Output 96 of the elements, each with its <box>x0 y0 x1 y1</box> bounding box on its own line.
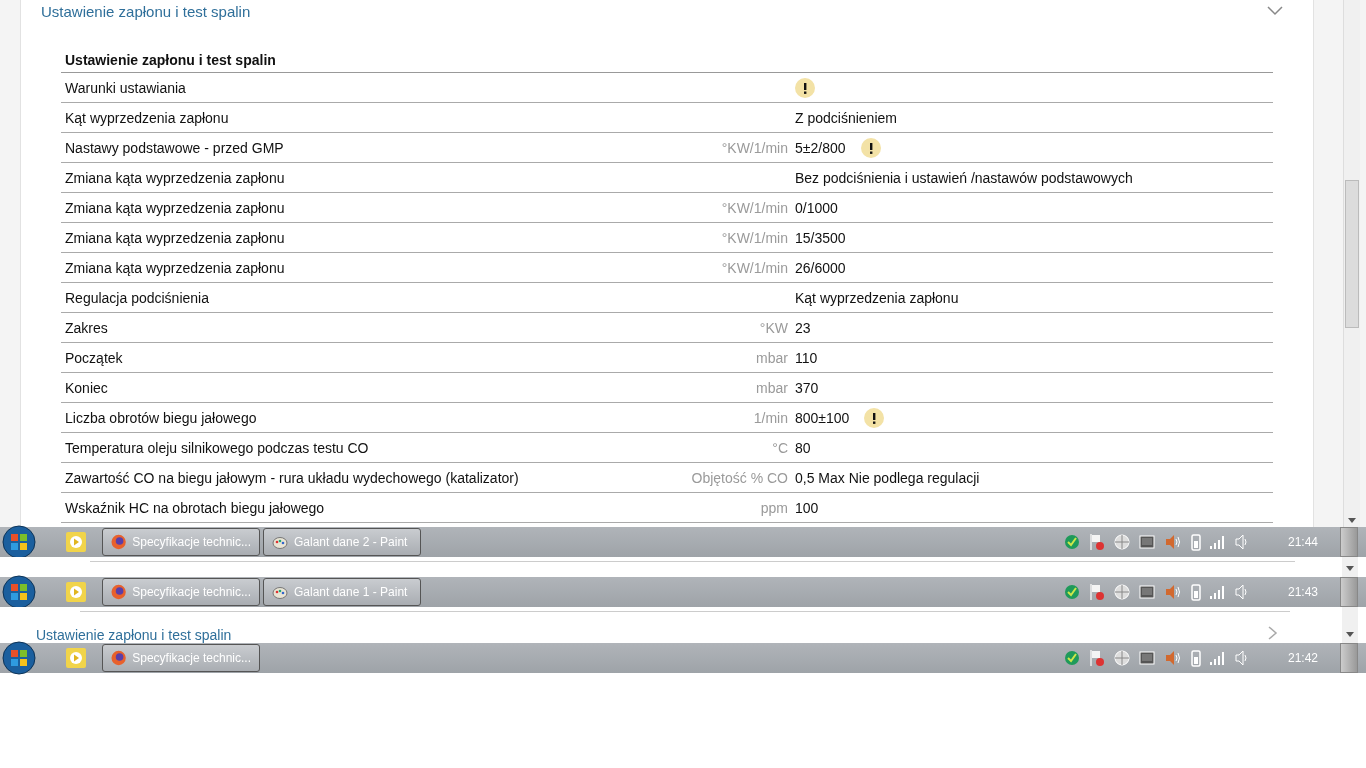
scrollbar[interactable] <box>1343 0 1360 527</box>
unit-text: °C <box>772 439 788 456</box>
row-label: Liczba obrotów biegu jałowego <box>64 409 258 426</box>
value-text: 370 <box>795 379 819 396</box>
chevron-right-icon[interactable] <box>1268 626 1278 640</box>
speaker-icon[interactable] <box>1234 584 1249 600</box>
section-title[interactable]: Ustawienie zapłonu i test spalin <box>41 2 251 20</box>
window-icon[interactable] <box>1138 584 1155 600</box>
window-icon[interactable] <box>1138 650 1155 666</box>
unit-text: Objętość % CO <box>691 469 788 486</box>
value-text: 0/1000 <box>795 199 838 216</box>
unit-text: 1/min <box>753 409 788 426</box>
unit-text: °KW <box>759 319 788 336</box>
play-icon[interactable] <box>66 648 86 668</box>
taskbar-button[interactable]: Specyfikacje technic... <box>102 644 260 672</box>
value-text: Z podciśnieniem <box>795 109 897 126</box>
speaker-icon[interactable] <box>1234 650 1249 666</box>
speaker-icon[interactable] <box>1163 534 1182 550</box>
value-text: 800±100 <box>795 409 850 426</box>
flag-icon[interactable] <box>1088 583 1105 601</box>
browser-icon <box>111 650 127 666</box>
clock[interactable]: 21:44 <box>1287 535 1318 549</box>
unit-text: °KW/1/min <box>721 229 788 246</box>
play-icon[interactable] <box>66 582 86 602</box>
value-text: 0,5 Max Nie podlega regulacji <box>795 469 980 486</box>
start-button[interactable] <box>2 575 36 609</box>
row-label: Nastawy podstawowe - przed GMP <box>64 139 285 156</box>
check-icon[interactable] <box>1063 650 1080 666</box>
check-icon[interactable] <box>1063 584 1080 600</box>
battery-icon[interactable] <box>1190 583 1201 601</box>
value-text: 5±2/800 <box>795 139 846 156</box>
row-label: Temperatura oleju silnikowego podczas testu CO <box>64 439 370 456</box>
scroll-down-icon[interactable] <box>1346 632 1354 637</box>
value-text: 26/6000 <box>795 259 846 276</box>
taskbar-button[interactable]: Specyfikacje technic... <box>102 578 260 606</box>
flag-icon[interactable] <box>1088 649 1105 667</box>
palette-icon <box>272 584 288 600</box>
taskbar-button[interactable]: Galant dane 1 - Paint <box>263 578 421 606</box>
unit-text: °KW/1/min <box>721 259 788 276</box>
globe-icon[interactable] <box>1113 584 1130 600</box>
taskbar-button[interactable]: Galant dane 2 - Paint <box>263 528 421 556</box>
scrollbar-thumb[interactable] <box>1340 527 1358 557</box>
flag-icon[interactable] <box>1088 533 1105 551</box>
start-button[interactable] <box>2 525 36 559</box>
check-icon[interactable] <box>1063 534 1080 550</box>
palette-icon <box>272 534 288 550</box>
speaker-icon[interactable] <box>1163 650 1182 666</box>
scroll-down-icon[interactable] <box>1348 518 1356 523</box>
battery-icon[interactable] <box>1190 649 1201 667</box>
value-text: 110 <box>795 349 818 366</box>
signal-icon[interactable] <box>1209 585 1226 599</box>
scroll-down-icon[interactable] <box>1346 566 1354 571</box>
unit-text: °KW/1/min <box>721 199 788 216</box>
section-title[interactable]: Ustawienie zapłonu i test spalin <box>36 628 232 643</box>
row-label: Zakres <box>64 319 109 336</box>
row-label: Zmiana kąta wyprzedzenia zapłonu <box>64 229 286 246</box>
value-text: 15/3500 <box>795 229 846 246</box>
row-label: Wskaźnik HC na obrotach biegu jałowego <box>64 499 326 516</box>
scrollbar-thumb[interactable] <box>1340 577 1358 607</box>
unit-text: °KW/1/min <box>721 139 788 156</box>
value-text: Bez podciśnienia i ustawień /nastawów podstawowych <box>795 169 1133 186</box>
globe-icon[interactable] <box>1113 534 1130 550</box>
unit-text: ppm <box>760 499 788 516</box>
battery-icon[interactable] <box>1190 533 1201 551</box>
value-text: 23 <box>795 319 811 336</box>
row-label: Kąt wyprzedzenia zapłonu <box>64 109 230 126</box>
globe-icon[interactable] <box>1113 650 1130 666</box>
row-label: Początek <box>64 349 124 366</box>
row-label: Warunki ustawiania <box>64 79 187 96</box>
chevron-down-icon[interactable] <box>1267 6 1283 16</box>
scrollbar-thumb[interactable] <box>1345 180 1359 328</box>
browser-icon <box>111 534 127 550</box>
start-button[interactable] <box>2 641 36 675</box>
row-label: Koniec <box>64 379 109 396</box>
taskbar-button[interactable]: Specyfikacje technic... <box>102 528 260 556</box>
window-icon[interactable] <box>1138 534 1155 550</box>
play-icon[interactable] <box>66 532 86 552</box>
value-text: 100 <box>795 499 819 516</box>
unit-text: mbar <box>756 349 788 366</box>
row-label: Zmiana kąta wyprzedzenia zapłonu <box>64 169 286 186</box>
signal-icon[interactable] <box>1209 651 1226 665</box>
clock[interactable]: 21:42 <box>1287 651 1318 665</box>
value-text: Kąt wyprzedzenia zapłonu <box>795 289 959 306</box>
row-label: Zawartość CO na biegu jałowym - rura układu wydechowego (katalizator) <box>64 469 520 486</box>
row-label: Zmiana kąta wyprzedzenia zapłonu <box>64 199 286 216</box>
speaker-icon[interactable] <box>1163 584 1182 600</box>
value-text: 80 <box>795 439 811 456</box>
clock[interactable]: 21:43 <box>1287 585 1318 599</box>
signal-icon[interactable] <box>1209 535 1226 549</box>
table-title: Ustawienie zapłonu i test spalin <box>61 52 1273 73</box>
row-label: Regulacja podciśnienia <box>64 289 210 306</box>
browser-icon <box>111 584 127 600</box>
scrollbar-thumb[interactable] <box>1340 643 1358 673</box>
unit-text: mbar <box>756 379 788 396</box>
row-label: Zmiana kąta wyprzedzenia zapłonu <box>64 259 286 276</box>
speaker-icon[interactable] <box>1234 534 1249 550</box>
